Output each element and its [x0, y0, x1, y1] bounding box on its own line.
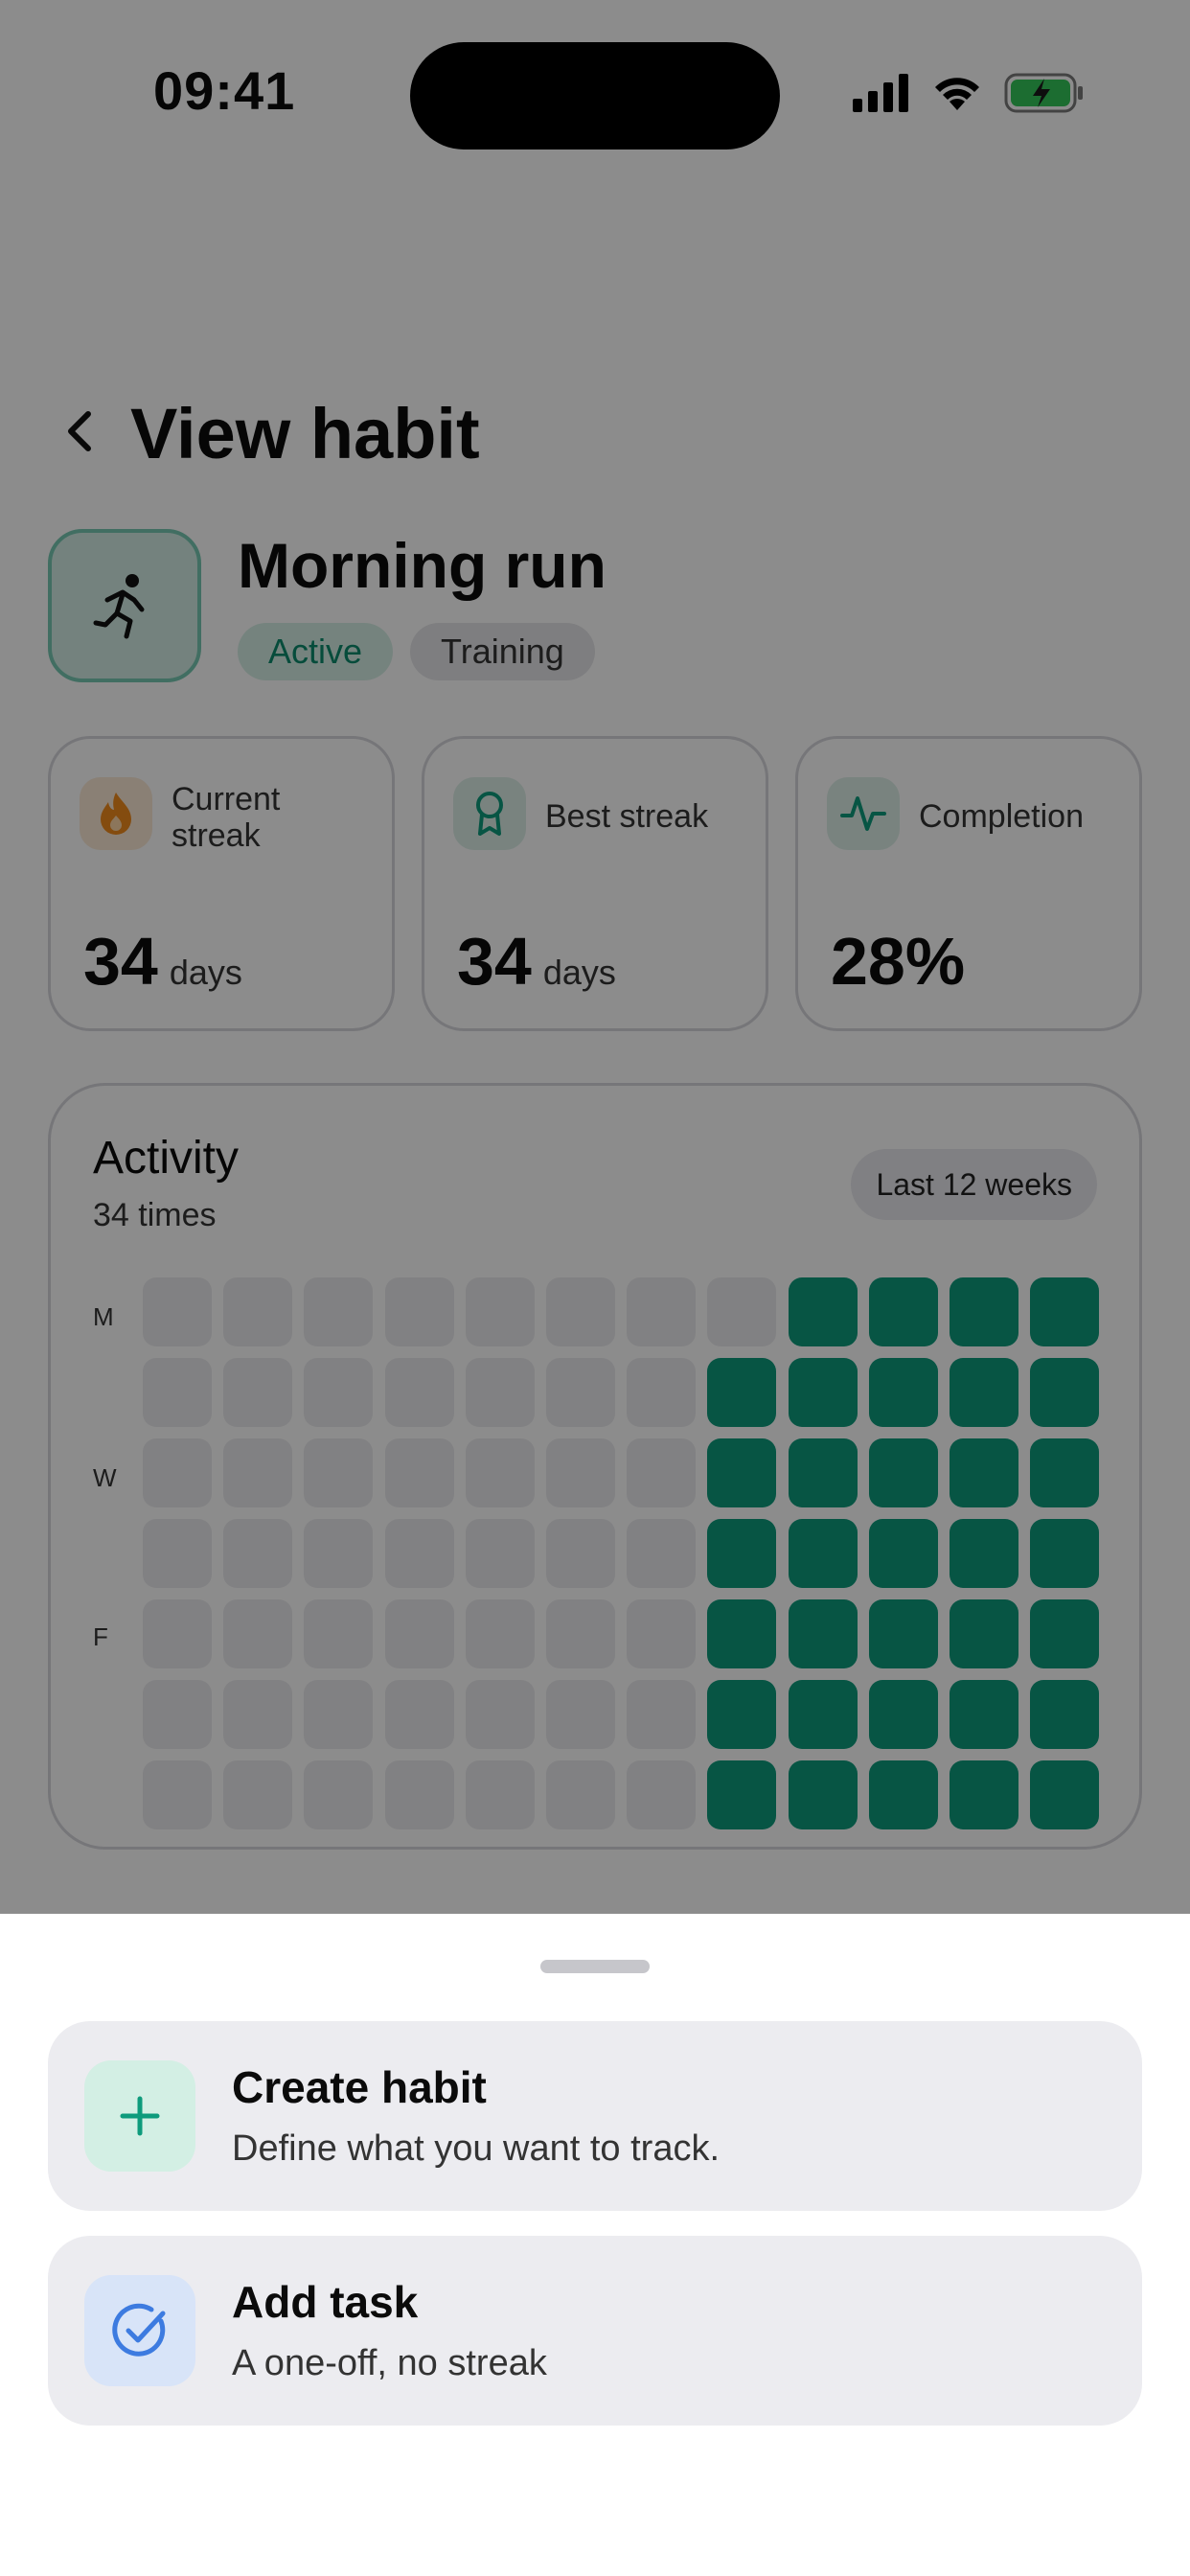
- check-circle-icon: [84, 2275, 195, 2386]
- action-title: Add task: [232, 2277, 419, 2327]
- add-task-button[interactable]: Add task A one-off, no streak: [48, 2236, 1142, 2426]
- plus-icon: [84, 2060, 195, 2172]
- action-sheet: Create habit Define what you want to tra…: [0, 1914, 1190, 2576]
- sheet-grabber[interactable]: [540, 1960, 650, 1973]
- create-habit-button[interactable]: Create habit Define what you want to tra…: [48, 2021, 1142, 2211]
- action-description: A one-off, no streak: [232, 2343, 547, 2383]
- view-habit-screen: 09:41 View habit Morning run Active Trai…: [0, 0, 1190, 2576]
- action-title: Create habit: [232, 2062, 487, 2112]
- action-description: Define what you want to track.: [232, 2128, 721, 2169]
